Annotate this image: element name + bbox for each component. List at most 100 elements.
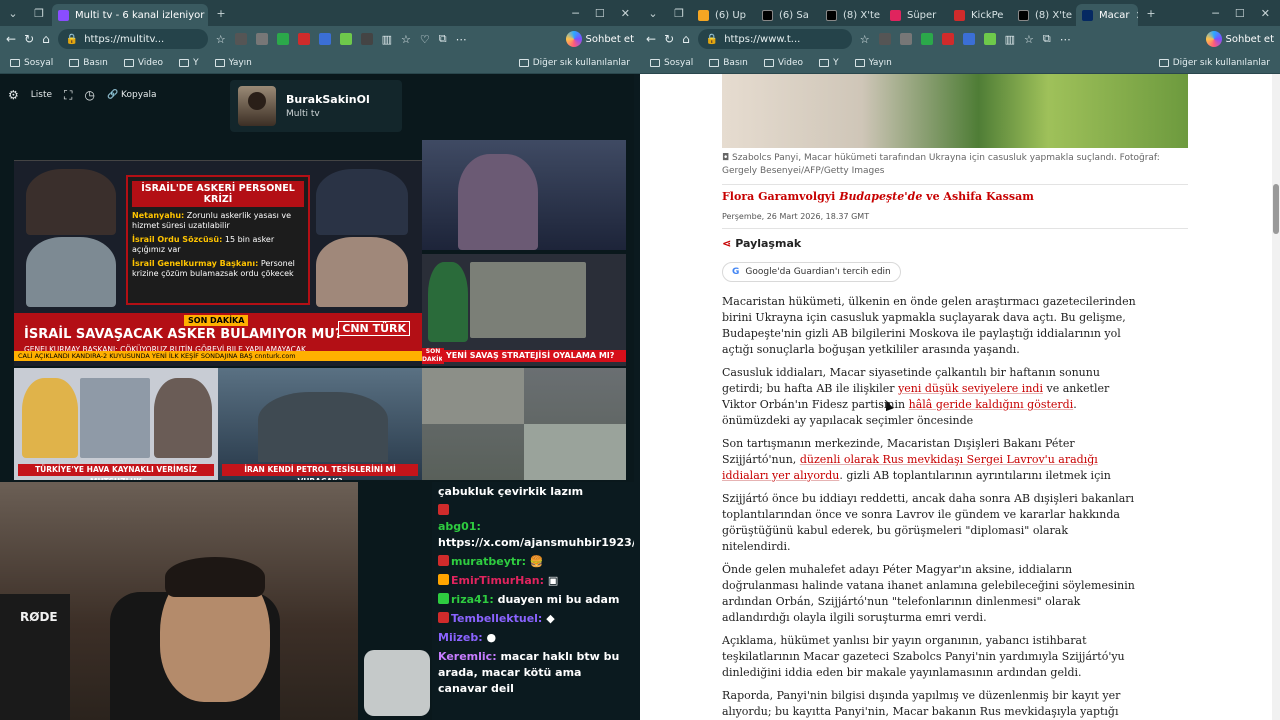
refresh-icon[interactable]: ↻ (664, 32, 674, 46)
extension-icon[interactable] (941, 33, 954, 45)
collections-icon[interactable]: ⧉ (1043, 32, 1051, 46)
extension-icon[interactable] (276, 33, 289, 45)
bookmark-folder[interactable]: Yayın (854, 58, 892, 68)
stream-halk-tv[interactable]: SON DAKİKA YENİ SAVAŞ STRATEJİSİ OYALAMA… (422, 254, 626, 366)
refresh-icon[interactable]: ↻ (24, 32, 34, 46)
address-bar[interactable]: 🔒 https://multitv... (57, 29, 208, 49)
extension-icon[interactable] (899, 33, 912, 45)
chat-panel: çabukluk çevirkik lazım abg01: https://x… (432, 482, 640, 720)
bookmark-folder[interactable]: Y (179, 58, 199, 68)
other-favorites[interactable]: Diğer sık kullanılanlar (518, 58, 630, 68)
bookmark-folder[interactable]: Basın (69, 58, 108, 68)
list-button[interactable]: Liste (31, 90, 52, 100)
bookmark-folder[interactable]: Y (819, 58, 839, 68)
back-icon[interactable]: ← (646, 32, 656, 46)
extension-icon[interactable] (962, 33, 975, 45)
extension-icon[interactable] (297, 33, 310, 45)
channel-card[interactable]: BurakSakinOl Multi tv (230, 80, 402, 132)
maximize-icon[interactable]: ☐ (1235, 7, 1245, 20)
chat-user[interactable]: muratbeytr: (451, 555, 526, 568)
stream-haberturk[interactable]: TÜRKİYE'YE HAVA KAYNAKLI VERİMSİZ MUTSUZ… (14, 368, 218, 480)
settings-icon[interactable]: ⚙ (8, 88, 19, 102)
bookmark-folder[interactable]: Basın (709, 58, 748, 68)
link-icon: 🔗 (106, 90, 119, 100)
bookmark-folder[interactable]: Sosyal (10, 58, 53, 68)
minimize-icon[interactable]: ─ (572, 7, 579, 20)
tab[interactable]: (6) Sa (756, 4, 820, 26)
tab-title: (8) X'te (1035, 9, 1073, 21)
favorites-icon[interactable]: ☆ (1024, 33, 1034, 46)
inline-link[interactable]: yeni düşük seviyelere indi (898, 382, 1043, 395)
workspaces-icon[interactable]: ❐ (26, 0, 52, 26)
bookmark-folder[interactable]: Yayın (214, 58, 252, 68)
collections-icon[interactable]: ⧉ (439, 32, 447, 46)
close-window-icon[interactable]: ✕ (1261, 7, 1270, 20)
minimize-icon[interactable]: ─ (1212, 7, 1219, 20)
fullscreen-icon[interactable]: ⛶ (64, 88, 72, 103)
tab-actions-icon[interactable]: ⌄ (0, 0, 26, 26)
extension-icon[interactable] (983, 33, 996, 45)
channel-avatar (238, 86, 276, 126)
extension-icon[interactable] (234, 33, 247, 45)
new-tab-icon[interactable]: + (1138, 0, 1164, 26)
author-link[interactable]: Flora Garamvolgyi (722, 190, 835, 203)
timer-icon[interactable]: ◷ (84, 88, 94, 102)
favorite-icon[interactable]: ☆ (860, 33, 870, 46)
extension-icon[interactable] (255, 33, 268, 45)
copy-button[interactable]: 🔗 Kopyala (107, 90, 157, 100)
home-icon[interactable]: ⌂ (42, 32, 50, 46)
favorites-icon[interactable]: ☆ (401, 33, 411, 46)
bookmark-folder[interactable]: Video (123, 58, 163, 68)
extension-icon[interactable] (339, 33, 352, 45)
address-bar[interactable]: 🔒 https://www.t... (697, 29, 852, 49)
chat-user[interactable]: riza41: (451, 593, 494, 606)
extension-icon[interactable] (920, 33, 933, 45)
maximize-icon[interactable]: ☐ (595, 7, 605, 20)
tab[interactable]: (6) Up (692, 4, 756, 26)
photo-caption: ◘ Szabolcs Panyi, Macar hükümeti tarafın… (722, 152, 1188, 178)
new-tab-icon[interactable]: + (208, 0, 234, 26)
tab-title: (6) Sa (779, 9, 809, 21)
extension-icon[interactable] (878, 33, 891, 45)
tab-actions-icon[interactable]: ⌄ (640, 0, 666, 26)
chat-user[interactable]: Tembellektuel: (451, 612, 542, 625)
back-icon[interactable]: ← (6, 32, 16, 46)
close-window-icon[interactable]: ✕ (621, 7, 630, 20)
chat-user[interactable]: abg01: (438, 520, 481, 533)
tab[interactable]: (8) X'te (820, 4, 884, 26)
browser-essentials-icon[interactable]: ♡ (420, 33, 430, 46)
tab[interactable]: KickPe (948, 4, 1012, 26)
split-screen-icon[interactable]: ▥ (1005, 33, 1015, 46)
stream-navy[interactable]: İRAN KENDİ PETROL TESİSLERİNİ Mİ VURACAK… (218, 368, 422, 480)
workspaces-icon[interactable]: ❐ (666, 0, 692, 26)
chat-user[interactable]: EmirTimurHan: (451, 574, 544, 587)
author-link[interactable]: Ashifa Kassam (943, 190, 1033, 203)
favorite-icon[interactable]: ☆ (216, 33, 226, 46)
other-favorites[interactable]: Diğer sık kullanılanlar (1158, 58, 1270, 68)
copilot-chat-button[interactable]: Sohbet et (565, 31, 634, 47)
share-button[interactable]: ⋖ Paylaşmak (722, 237, 801, 250)
chat-user[interactable]: Miizeb: (438, 631, 483, 644)
stream-ntv[interactable] (422, 140, 626, 250)
scrollbar[interactable] (1272, 74, 1280, 720)
tab[interactable]: Süper (884, 4, 948, 26)
tab[interactable]: (8) X'te (1012, 4, 1076, 26)
chat-user[interactable]: Keremlic: (438, 650, 497, 663)
google-preferred-source-button[interactable]: G Google'da Guardian'ı tercih edin (722, 262, 901, 282)
more-icon[interactable]: ⋯ (1060, 33, 1071, 46)
inline-link[interactable]: hâlâ geride kaldığını gösterdi (909, 398, 1074, 411)
copilot-chat-button[interactable]: Sohbet et (1205, 31, 1274, 47)
anchor-video (26, 169, 116, 235)
split-screen-icon[interactable]: ▥ (382, 33, 392, 46)
extension-icon[interactable] (360, 33, 373, 45)
scrollbar-thumb[interactable] (1273, 184, 1279, 234)
tab-multitv[interactable]: Multi tv - 6 kanal izleniyor ✕ (52, 4, 208, 26)
more-icon[interactable]: ⋯ (456, 33, 467, 46)
home-icon[interactable]: ⌂ (682, 32, 690, 46)
bookmark-folder[interactable]: Video (763, 58, 803, 68)
bookmark-folder[interactable]: Sosyal (650, 58, 693, 68)
extension-icon[interactable] (318, 33, 331, 45)
tab-guardian[interactable]: Macar✕ (1076, 4, 1138, 26)
stream-cnn-turk[interactable]: İSRAİL'DE ASKERİ PERSONEL KRİZİ Netanyah… (14, 160, 422, 366)
stream-city-cams[interactable] (422, 368, 626, 480)
